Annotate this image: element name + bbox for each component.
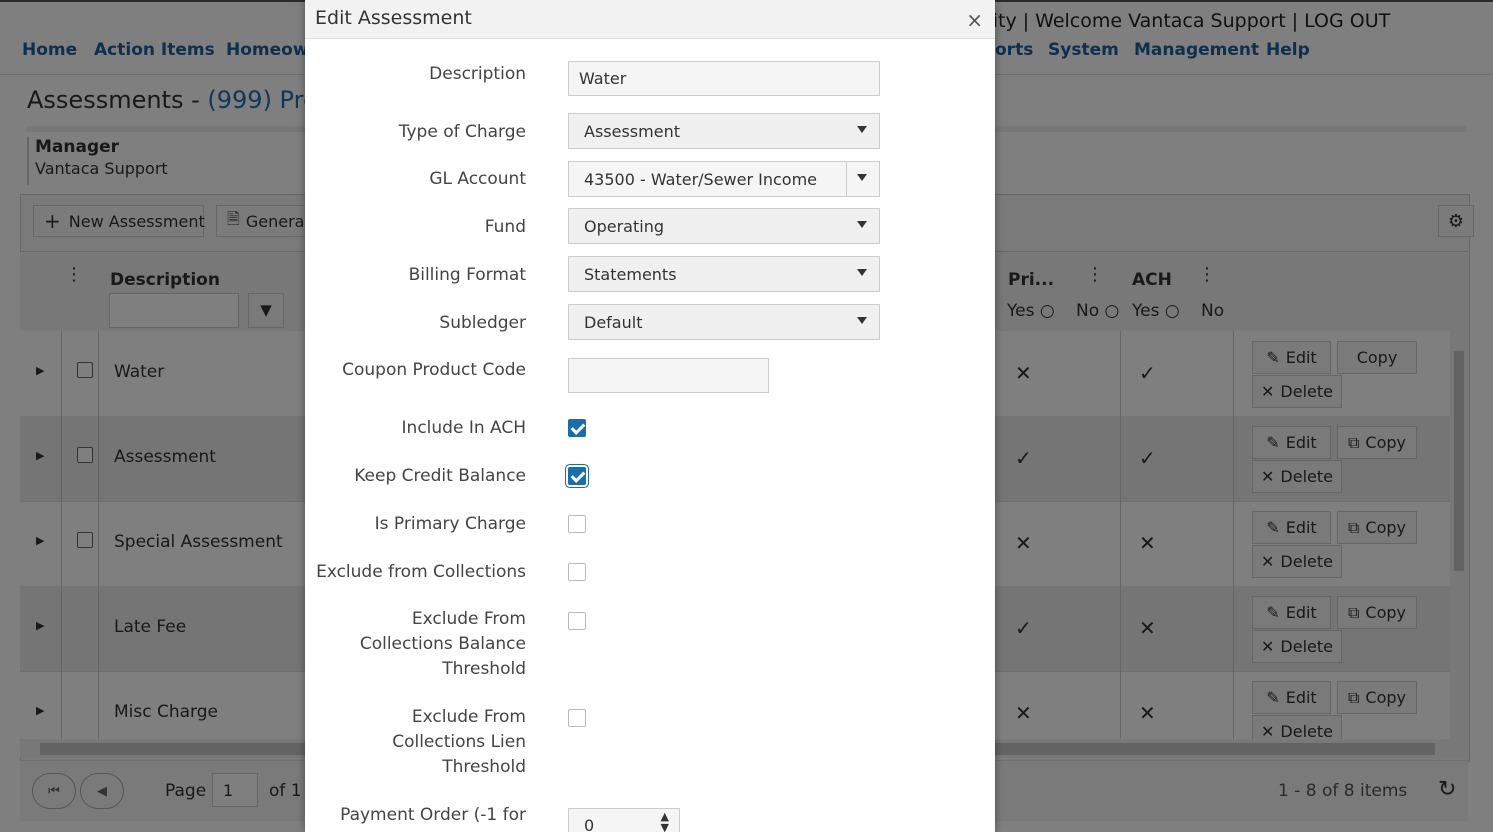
gl-account-value: 43500 - Water/Sewer Income (584, 169, 817, 189)
is-primary-charge-checkbox[interactable] (568, 515, 586, 533)
exclude-balance-threshold-checkbox[interactable] (568, 612, 586, 630)
fund-value: Operating (584, 216, 664, 236)
fund-label: Fund (484, 217, 526, 237)
billing-format-select[interactable]: Statements (568, 256, 880, 292)
include-in-ach-label: Include In ACH (401, 418, 526, 438)
include-in-ach-checkbox[interactable] (568, 419, 586, 437)
fund-select[interactable]: Operating (568, 208, 880, 244)
keep-credit-balance-checkbox[interactable] (568, 467, 586, 485)
exclude-balance-threshold-label: Exclude From Collections Balance Thresho… (360, 607, 526, 682)
dialog-header: Edit Assessment × (305, 0, 995, 39)
subledger-value: Default (584, 312, 643, 332)
type-of-charge-label: Type of Charge (398, 122, 526, 142)
exclude-from-collections-label: Exclude from Collections (316, 562, 526, 582)
close-icon[interactable]: × (966, 8, 983, 32)
type-of-charge-value: Assessment (584, 121, 680, 141)
billing-format-label: Billing Format (408, 265, 526, 285)
payment-order-stepper[interactable]: 0 ▲ ▼ (568, 808, 680, 832)
keep-credit-balance-label: Keep Credit Balance (354, 466, 526, 486)
chevron-down-icon (857, 317, 867, 324)
combobox-divider (846, 162, 847, 196)
description-label: Description (429, 64, 526, 84)
stepper-arrows-icon[interactable]: ▲ ▼ (661, 811, 669, 832)
label-line: Collections Balance (359, 634, 526, 654)
is-primary-charge-label: Is Primary Charge (374, 514, 526, 534)
type-of-charge-select[interactable]: Assessment (568, 113, 880, 149)
edit-assessment-dialog: Edit Assessment × Description Water Type… (305, 0, 995, 832)
gl-account-label: GL Account (429, 169, 526, 189)
coupon-product-code-label: Coupon Product Code (342, 360, 526, 380)
chevron-down-icon (857, 126, 867, 133)
billing-format-value: Statements (584, 264, 677, 284)
subledger-select[interactable]: Default (568, 304, 880, 340)
chevron-down-icon[interactable] (857, 174, 867, 181)
dialog-title: Edit Assessment (315, 7, 472, 29)
coupon-product-code-input[interactable] (568, 358, 769, 393)
label-line: Exclude From (411, 609, 526, 629)
label-line: Threshold (442, 659, 526, 679)
payment-order-value: 0 (584, 815, 595, 832)
description-input[interactable]: Water (568, 61, 880, 96)
exclude-lien-threshold-label: Exclude From Collections Lien Threshold (392, 705, 526, 780)
chevron-down-icon (857, 221, 867, 228)
exclude-lien-threshold-checkbox[interactable] (568, 709, 586, 727)
payment-order-label: Payment Order (-1 for (340, 805, 526, 825)
chevron-down-icon (857, 269, 867, 276)
label-line: Collections Lien (392, 732, 526, 752)
label-line: Exclude From (411, 707, 526, 727)
gl-account-combobox[interactable]: 43500 - Water/Sewer Income (568, 161, 880, 197)
label-line: Threshold (442, 757, 526, 777)
exclude-from-collections-checkbox[interactable] (568, 563, 586, 581)
subledger-label: Subledger (439, 313, 526, 333)
